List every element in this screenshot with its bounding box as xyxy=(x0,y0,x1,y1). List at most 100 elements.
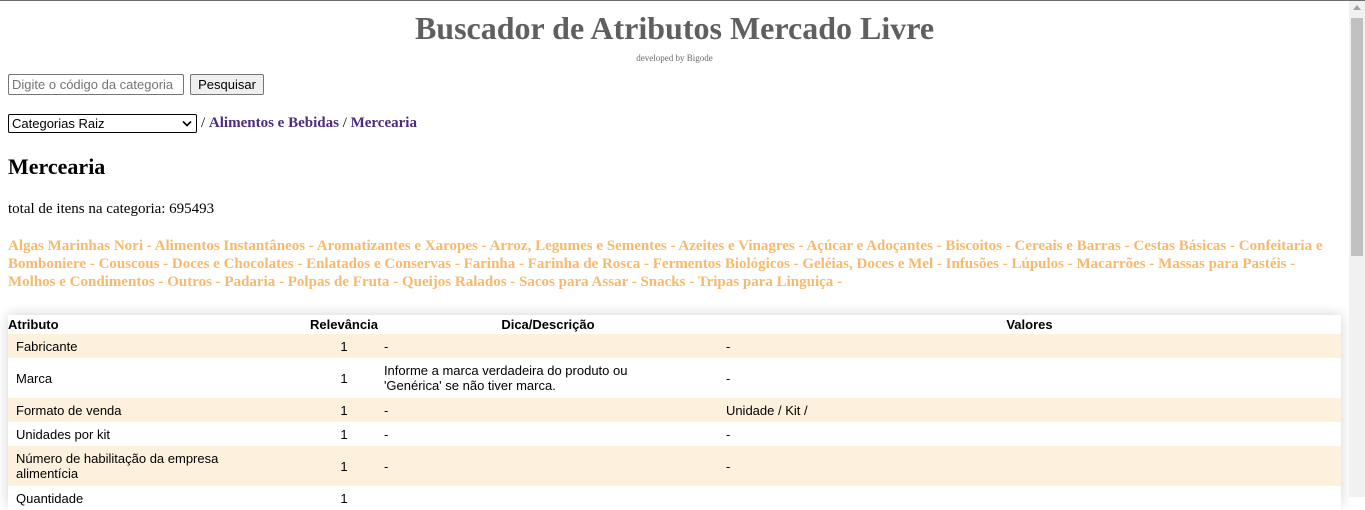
subcategory-link[interactable]: Queijos Ralados xyxy=(402,274,507,290)
cell-attribute: Quantidade xyxy=(8,486,310,510)
scroll-up-arrow-icon[interactable] xyxy=(1353,5,1361,10)
subcategory-separator: - xyxy=(932,238,946,254)
page-title: Buscador de Atributos Mercado Livre xyxy=(414,10,935,46)
subcategory-link[interactable]: Massas para Pastéis xyxy=(1158,256,1286,272)
attributes-table-container: Atributo Relevância Dica/Descrição Valor… xyxy=(8,315,1341,510)
subcategory-link[interactable]: Tripas para Linguiça xyxy=(698,274,834,290)
subcategory-separator: - xyxy=(627,274,641,290)
cell-relevance: 1 xyxy=(310,334,378,358)
subcategory-separator: - xyxy=(154,274,168,290)
subcategory-separator: - xyxy=(86,256,99,272)
subcategory-separator: - xyxy=(506,274,520,290)
cell-values: - xyxy=(717,334,1341,358)
subcategory-link[interactable]: Fermentos Biológicos xyxy=(653,256,790,272)
search-button[interactable]: Pesquisar xyxy=(190,74,264,95)
root-category-select-value: Categorias Raiz xyxy=(12,116,105,131)
subcategory-separator: - xyxy=(666,238,679,254)
subcategory-link[interactable]: Padaria xyxy=(224,274,275,290)
breadcrumb-link-alimentos[interactable]: Alimentos e Bebidas xyxy=(209,115,339,131)
subcategory-link[interactable]: Couscous xyxy=(99,256,160,272)
column-header-hint: Dica/Descrição xyxy=(501,317,595,332)
subcategory-link[interactable]: Macarrões xyxy=(1077,256,1146,272)
cell-relevance: 1 xyxy=(310,398,378,422)
cell-hint: - xyxy=(377,446,718,486)
subcategory-separator: - xyxy=(685,274,698,290)
table-row: Número de habilitação da empresa aliment… xyxy=(8,446,1341,486)
cell-attribute: Formato de venda xyxy=(8,398,310,422)
subcategory-separator: - xyxy=(159,256,172,272)
subcategory-separator: - xyxy=(143,238,155,254)
table-row: Formato de venda 1 - Unidade / Kit / xyxy=(8,398,1341,422)
scrollbar-thumb[interactable] xyxy=(1351,18,1363,256)
subcategory-separator: - xyxy=(515,256,528,272)
subcategory-link[interactable]: Sacos para Assar xyxy=(519,274,628,290)
subcategory-link[interactable]: Geléias, Doces e Mel xyxy=(802,256,933,272)
vertical-scrollbar[interactable] xyxy=(1349,1,1365,497)
category-code-input[interactable] xyxy=(8,74,184,95)
subcategory-separator: - xyxy=(305,238,317,254)
breadcrumb-separator: / xyxy=(201,115,209,131)
cell-values: - xyxy=(717,358,1341,398)
cell-hint: - xyxy=(377,398,718,422)
subcategory-link[interactable]: Polpas de Fruta xyxy=(288,274,390,290)
subcategory-link[interactable]: Doces e Chocolates xyxy=(172,256,294,272)
cell-hint: - xyxy=(377,334,718,358)
subcategory-link[interactable]: Cestas Básicas xyxy=(1133,238,1226,254)
subcategory-link[interactable]: Cereais e Barras xyxy=(1015,238,1121,254)
subcategory-link[interactable]: Farinha de Rosca xyxy=(528,256,641,272)
subcategory-link[interactable]: Alimentos Instantâneos xyxy=(155,238,305,254)
cell-relevance: 1 xyxy=(310,422,378,446)
subcategory-link[interactable]: Farinha xyxy=(464,256,516,272)
table-header-row: Atributo Relevância Dica/Descrição Valor… xyxy=(8,315,1341,334)
developer-credit: developed by Bigode xyxy=(636,53,713,63)
subcategory-link[interactable]: Azeites e Vinagres xyxy=(678,238,794,254)
cell-hint: - xyxy=(377,422,718,446)
subcategory-separator: - xyxy=(998,256,1012,272)
subcategory-link[interactable]: Lúpulos xyxy=(1011,256,1064,272)
subcategory-link[interactable]: Enlatados e Conservas xyxy=(306,256,451,272)
subcategory-separator: - xyxy=(1226,238,1239,254)
cell-relevance: 1 xyxy=(310,486,378,510)
subcategory-separator: - xyxy=(933,256,946,272)
subcategory-separator: - xyxy=(1145,256,1159,272)
subcategory-separator: - xyxy=(833,274,843,290)
subcategory-link[interactable]: Algas Marinhas Nori xyxy=(8,238,143,254)
root-category-select[interactable]: Categorias Raiz xyxy=(8,114,197,133)
table-row: Quantidade 1 xyxy=(8,486,1341,510)
subcategory-separator: - xyxy=(275,274,288,290)
cell-attribute: Fabricante xyxy=(8,334,310,358)
cell-values: Unidade / Kit / xyxy=(717,398,1341,422)
cell-values: - xyxy=(717,422,1341,446)
subcategory-separator: - xyxy=(1286,256,1296,272)
table-row: Fabricante 1 - - xyxy=(8,334,1341,358)
subcategory-separator: - xyxy=(794,238,807,254)
subcategory-separator: - xyxy=(640,256,653,272)
column-header-values: Valores xyxy=(1006,317,1053,332)
attributes-table: Atributo Relevância Dica/Descrição Valor… xyxy=(8,315,1341,510)
subcategory-link[interactable]: Molhos e Condimentos xyxy=(8,274,155,290)
breadcrumb-link-mercearia[interactable]: Mercearia xyxy=(351,115,417,131)
subcategory-link[interactable]: Biscoitos xyxy=(945,238,1002,254)
subcategory-link[interactable]: Aromatizantes e Xaropes xyxy=(317,238,478,254)
category-total-items: total de itens na categoria: 695493 xyxy=(8,201,215,217)
cell-values xyxy=(717,486,1341,510)
subcategory-link[interactable]: Snacks xyxy=(640,274,685,290)
subcategory-separator: - xyxy=(1120,238,1134,254)
cell-relevance: 1 xyxy=(310,358,378,398)
subcategory-link[interactable]: Açúcar e Adoçantes xyxy=(806,238,932,254)
cell-attribute: Unidades por kit xyxy=(8,422,310,446)
subcategory-separator: - xyxy=(477,238,490,254)
chevron-down-icon xyxy=(182,120,192,127)
page: Buscador de Atributos Mercado Livre deve… xyxy=(0,1,1349,510)
subcategory-separator: - xyxy=(1002,238,1015,254)
subcategory-separator: - xyxy=(789,256,803,272)
subcategory-link[interactable]: Infusões xyxy=(946,256,999,272)
table-row: Unidades por kit 1 - - xyxy=(8,422,1341,446)
subcategory-separator: - xyxy=(293,256,307,272)
subcategory-link[interactable]: Arroz, Legumes e Sementes xyxy=(490,238,667,254)
cell-attribute: Marca xyxy=(8,358,310,398)
subcategory-link[interactable]: Outros xyxy=(167,274,212,290)
breadcrumb-separator: / xyxy=(338,115,351,131)
cell-hint: Informe a marca verdadeira do produto ou… xyxy=(377,358,718,398)
subcategory-separator: - xyxy=(451,256,464,272)
